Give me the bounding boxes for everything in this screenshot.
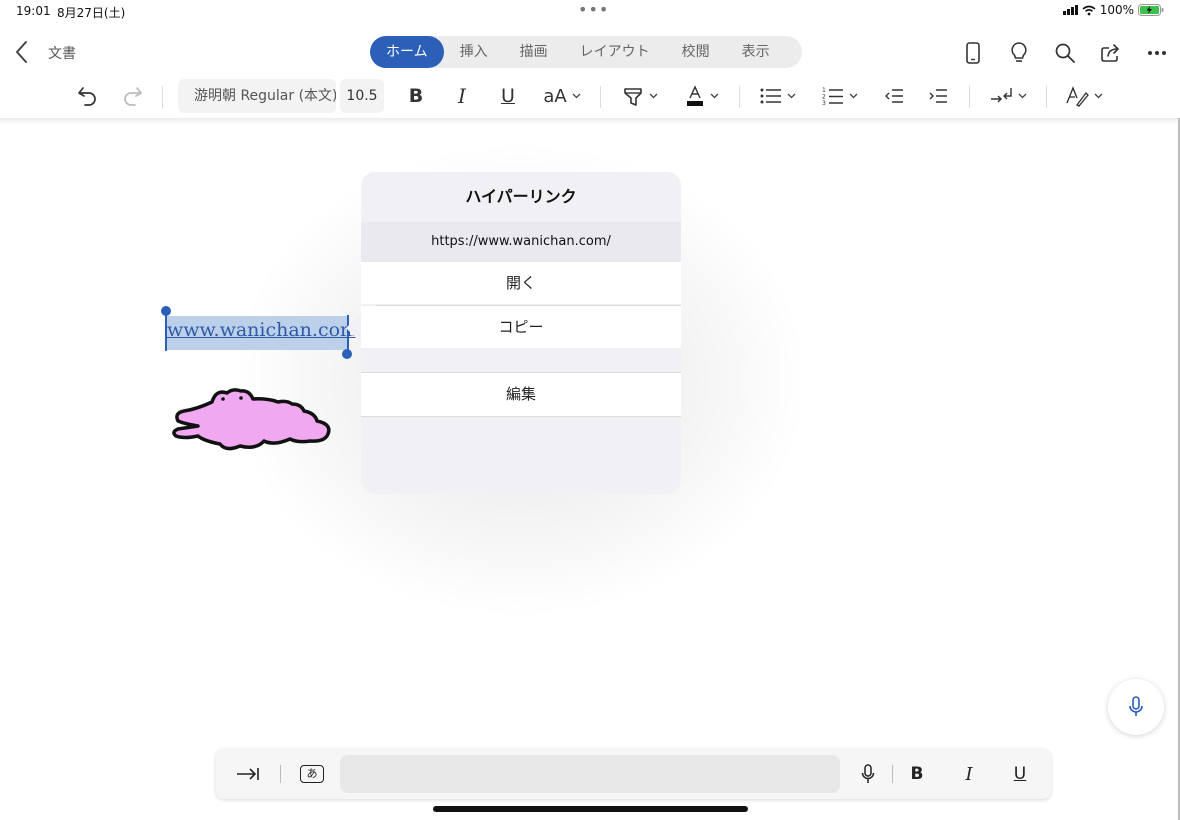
paragraph-mark-icon	[991, 88, 1012, 103]
styles-icon	[1066, 86, 1089, 107]
selection-start-handle[interactable]	[161, 306, 171, 316]
crocodile-illustration	[172, 388, 331, 451]
chevron-down-icon	[649, 93, 658, 99]
dictate-button[interactable]	[1108, 679, 1164, 735]
italic-button[interactable]: I	[448, 78, 476, 114]
bullet-list-button[interactable]	[756, 78, 800, 114]
tab-view[interactable]: 表示	[726, 36, 786, 68]
kb-underline-button[interactable]: U	[1007, 759, 1033, 789]
chevron-down-icon	[1018, 93, 1027, 99]
selection-end-handle[interactable]	[342, 349, 352, 359]
tab-layout[interactable]: レイアウト	[564, 36, 666, 68]
home-indicator[interactable]	[433, 806, 748, 812]
divider	[280, 765, 281, 783]
font-name-field[interactable]: 游明朝 Regular (本文)	[178, 79, 336, 113]
bold-button[interactable]: B	[402, 78, 430, 114]
header-actions	[960, 40, 1170, 66]
decrease-indent-icon[interactable]	[880, 78, 908, 114]
styles-button[interactable]	[1062, 78, 1106, 114]
ribbon-shadow	[0, 118, 1180, 124]
change-case-button[interactable]: aA	[540, 78, 584, 114]
divider	[739, 86, 740, 108]
copy-link-button[interactable]: コピー	[361, 306, 681, 348]
lightbulb-icon[interactable]	[1006, 40, 1032, 66]
open-link-button[interactable]: 開く	[361, 262, 681, 304]
font-color-button[interactable]	[680, 78, 724, 114]
chevron-down-icon	[572, 93, 581, 99]
underline-button[interactable]: U	[494, 78, 522, 114]
multitasking-dots-icon[interactable]: •••	[578, 0, 609, 19]
tab-insert[interactable]: 挿入	[444, 36, 504, 68]
chevron-down-icon	[787, 93, 796, 99]
popover-arrow	[346, 312, 362, 344]
divider	[892, 765, 893, 783]
svg-text:3: 3	[822, 100, 826, 106]
tab-review[interactable]: 校閲	[666, 36, 726, 68]
chevron-down-icon	[849, 93, 858, 99]
divider	[1046, 86, 1047, 108]
cellular-signal-icon	[1062, 5, 1078, 15]
chevron-left-icon	[16, 41, 27, 63]
status-time: 19:01	[16, 4, 51, 18]
paragraph-mark-button[interactable]	[986, 78, 1030, 114]
divider	[600, 86, 601, 108]
status-date: 8月27日(土)	[57, 6, 126, 20]
divider	[969, 86, 970, 108]
font-color-icon	[687, 85, 703, 106]
kb-italic-button[interactable]: I	[956, 759, 982, 789]
numbered-list-button[interactable]: 123	[818, 78, 862, 114]
undo-icon[interactable]	[74, 78, 102, 114]
wifi-icon	[1082, 5, 1096, 15]
divider	[162, 86, 163, 108]
keyboard-shortcut-bar: あ B I U	[216, 749, 1051, 799]
mic-icon	[1129, 696, 1143, 716]
bullet-list-icon	[760, 88, 781, 104]
share-icon[interactable]	[1098, 40, 1124, 66]
highlighter-button[interactable]	[618, 78, 662, 114]
kb-bold-button[interactable]: B	[904, 759, 930, 789]
redo-icon[interactable]	[118, 78, 146, 114]
edit-link-button[interactable]: 編集	[361, 372, 681, 417]
more-icon[interactable]	[1144, 40, 1170, 66]
kana-keyboard-icon[interactable]: あ	[298, 759, 326, 789]
hyperlink-text[interactable]: www.wanichan.com	[167, 319, 358, 341]
increase-indent-icon[interactable]	[924, 78, 952, 114]
document-title[interactable]: 文書	[48, 43, 76, 63]
hyperlink-popover: ハイパーリンク https://www.wanichan.com/ 開く コピー…	[361, 172, 681, 494]
ribbon-toolbar: 游明朝 Regular (本文) 10.5 B I U aA 123	[0, 78, 1180, 118]
phone-view-icon[interactable]	[960, 40, 986, 66]
chevron-down-icon	[1094, 93, 1103, 99]
selection-start-bar	[165, 315, 167, 351]
mic-icon[interactable]	[854, 759, 882, 789]
popover-url: https://www.wanichan.com/	[361, 222, 681, 262]
chevron-down-icon	[710, 93, 719, 99]
battery-percent: 100%	[1099, 3, 1134, 17]
search-icon[interactable]	[1052, 40, 1078, 66]
popover-title: ハイパーリンク	[361, 172, 681, 222]
tab-home[interactable]: ホーム	[370, 36, 444, 68]
battery-charging-icon	[1138, 4, 1164, 16]
predictive-text-field[interactable]	[340, 755, 840, 793]
tab-icon[interactable]	[234, 759, 262, 789]
ribbon-tabs: ホーム 挿入 描画 レイアウト 校閲 表示	[370, 36, 802, 68]
font-size-field[interactable]: 10.5	[340, 79, 384, 113]
status-right: 100%	[1062, 3, 1164, 17]
highlighter-icon	[624, 88, 642, 106]
tab-draw[interactable]: 描画	[504, 36, 564, 68]
back-button[interactable]	[12, 38, 32, 66]
change-case-label: aA	[543, 85, 567, 107]
numbered-list-icon: 123	[822, 87, 843, 106]
kana-label: あ	[300, 765, 324, 783]
